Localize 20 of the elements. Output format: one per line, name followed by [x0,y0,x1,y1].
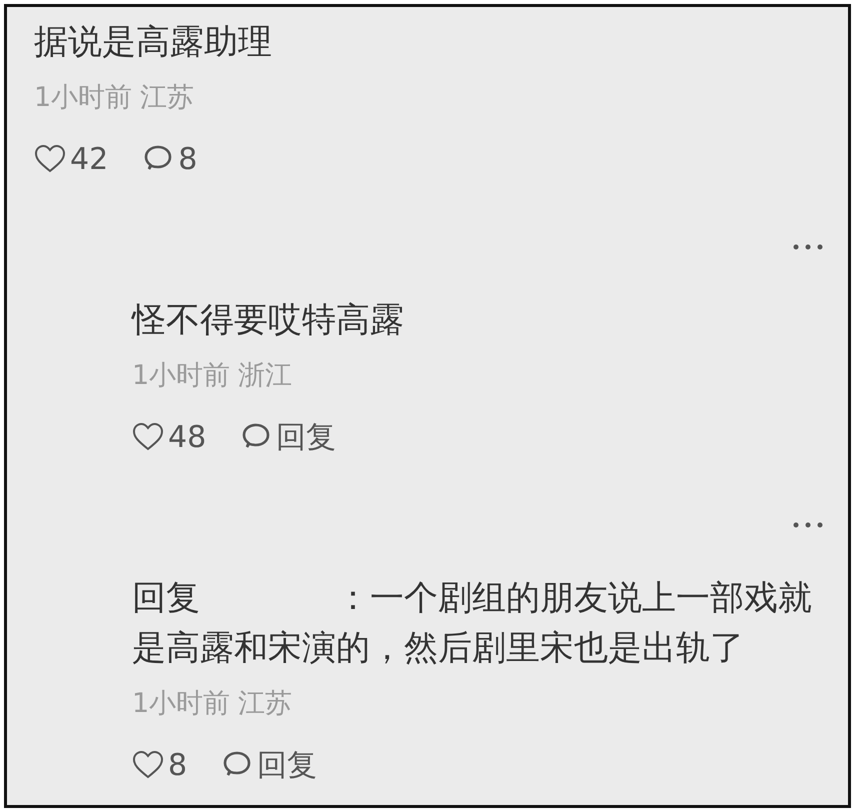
comment-location: 浙江 [238,359,292,393]
like-count: 42 [70,140,108,178]
heart-icon[interactable] [132,422,164,452]
comment-location: 江苏 [140,81,194,115]
comment-time: 1小时前 [132,687,230,721]
comment-text: 怪不得要哎特高露 [132,299,405,342]
comment-text: 回复 ：一个剧组的朋友说上一部戏就是高露和宋演的，然后剧里宋也是出轨了 [132,577,813,670]
heart-icon[interactable] [132,750,164,780]
more-icon[interactable] [792,521,824,529]
comment-location: 江苏 [238,687,292,721]
more-icon[interactable] [792,243,824,251]
like-count: 8 [168,746,188,784]
like-count: 48 [168,418,206,456]
heart-icon[interactable] [34,144,66,174]
reply-link[interactable]: 回复 [257,742,318,788]
comment-time: 1小时前 [132,359,230,393]
comment-text: 据说是高露助理 [34,21,273,64]
reply-link[interactable]: 8 [178,136,198,182]
reply-link[interactable]: 回复 [276,414,336,460]
comment-time: 1小时前 [34,81,132,115]
